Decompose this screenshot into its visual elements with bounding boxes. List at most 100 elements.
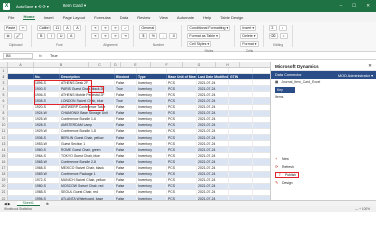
function-icon[interactable]: fx — [39, 54, 42, 58]
cell[interactable]: 2021-07-24 — [197, 92, 229, 98]
ribbon-tab-insert[interactable]: Insert — [44, 15, 54, 20]
column-header-cell[interactable]: Type — [137, 74, 167, 80]
cell[interactable] — [8, 183, 34, 189]
cell[interactable]: False — [115, 92, 137, 98]
cell[interactable]: PCS — [167, 135, 197, 141]
column-header[interactable]: F — [151, 62, 183, 67]
cell[interactable]: Inventory — [137, 110, 167, 116]
close-icon[interactable]: ✕ — [368, 63, 372, 69]
ribbon-tab-table-design[interactable]: Table Design — [220, 15, 243, 20]
cell[interactable] — [8, 110, 34, 116]
row-number[interactable]: 20 — [0, 183, 8, 189]
column-header-cell[interactable]: Description — [60, 74, 115, 80]
cell[interactable] — [8, 92, 34, 98]
cell[interactable] — [8, 189, 34, 195]
column-header-cell[interactable]: GTIN — [229, 74, 253, 80]
cell[interactable] — [8, 116, 34, 122]
cell[interactable]: PCS — [167, 165, 197, 171]
cell[interactable]: Conference Package 1 — [60, 171, 115, 177]
cell[interactable] — [229, 153, 253, 159]
cell[interactable]: BERLIN Guest Chair, yellow — [60, 135, 115, 141]
cell[interactable]: Conference Bundle 2-8 — [60, 159, 115, 165]
cell[interactable] — [229, 177, 253, 183]
cell[interactable]: 1896-S — [34, 80, 60, 86]
cell[interactable]: PCS — [167, 128, 197, 135]
cell[interactable]: 1936-S — [34, 135, 60, 141]
ribbon-tab-view[interactable]: View — [159, 15, 168, 20]
ribbon-button[interactable]: ⤶ — [121, 25, 130, 31]
maximize-button[interactable]: ☐ — [352, 3, 356, 9]
column-header-cell[interactable]: Last Date Modified — [197, 74, 229, 80]
cell[interactable] — [8, 159, 34, 165]
cell[interactable]: 1924-W — [34, 110, 60, 116]
ribbon-tab-data[interactable]: Data — [120, 15, 128, 20]
cell[interactable]: PARIS Guest Chair, black 2F — [60, 86, 115, 92]
cell[interactable] — [229, 86, 253, 92]
cell[interactable] — [229, 80, 253, 86]
ribbon-button[interactable]: .0 — [169, 33, 178, 39]
cell[interactable]: 2021-07-24 — [197, 122, 229, 128]
cell[interactable] — [229, 165, 253, 171]
column-header-cell[interactable]: Blocked — [115, 74, 137, 80]
cell[interactable]: True — [115, 98, 137, 104]
cell[interactable]: 1906-S — [34, 92, 60, 98]
cell[interactable]: Inventory — [137, 104, 167, 110]
cell[interactable]: AMSTERDAM Lamp — [60, 122, 115, 128]
cell[interactable]: ATHENS Mobile Pedestal 2F — [60, 92, 115, 98]
row-number[interactable]: 21 — [0, 189, 8, 195]
cell[interactable]: MEXICO Swivel Chair, black — [60, 165, 115, 171]
ribbon-button[interactable]: Insert ▾ — [240, 25, 257, 31]
cell[interactable]: 2021-07-24 — [197, 141, 229, 147]
cell[interactable]: PCS — [167, 147, 197, 153]
ribbon-button[interactable]: ⧉ — [4, 33, 12, 39]
cell[interactable]: False — [115, 147, 137, 153]
ribbon-button[interactable]: ≡ — [101, 25, 110, 31]
column-header[interactable]: E — [121, 62, 151, 67]
cell[interactable]: PCS — [167, 183, 197, 189]
cell[interactable] — [229, 92, 253, 98]
row-number[interactable]: 18 — [0, 171, 8, 177]
cell[interactable]: 1969-W — [34, 171, 60, 177]
cell[interactable] — [229, 116, 253, 122]
cell[interactable] — [229, 110, 253, 116]
cell[interactable]: Inventory — [137, 147, 167, 153]
add-sheet-icon[interactable]: ⊕ — [46, 202, 49, 206]
cell[interactable]: Inventory — [137, 183, 167, 189]
cell[interactable]: MOSCOW Swivel Chair, red — [60, 183, 115, 189]
ribbon-button[interactable]: % — [149, 33, 158, 39]
ribbon-button[interactable]: ⌫ — [268, 33, 278, 39]
cell[interactable]: 2021-07-24 — [197, 135, 229, 141]
ribbon-button[interactable]: A — [67, 33, 76, 39]
cell[interactable]: 2021-07-24 — [197, 159, 229, 165]
cell[interactable]: False — [115, 122, 137, 128]
column-header[interactable]: A — [8, 62, 34, 67]
ribbon-button[interactable]: 11 — [53, 25, 62, 31]
ribbon-tab-review[interactable]: Review — [137, 15, 150, 20]
ribbon-button[interactable]: ⌕ — [279, 33, 288, 39]
cell[interactable]: False — [115, 116, 137, 122]
cell[interactable]: 2021-07-24 — [197, 110, 229, 116]
column-header[interactable]: D — [111, 62, 121, 67]
cell[interactable]: PCS — [167, 116, 197, 122]
minimize-button[interactable]: – — [340, 3, 343, 9]
cell[interactable] — [8, 68, 34, 74]
cell[interactable]: False — [115, 141, 137, 147]
cell[interactable]: 1920-S — [34, 104, 60, 110]
cell[interactable]: PCS — [167, 110, 197, 116]
close-window-button[interactable]: ✕ — [366, 3, 370, 9]
cell[interactable]: False — [115, 177, 137, 183]
document-title[interactable]: Item Card ▾ — [63, 3, 86, 9]
cell[interactable]: False — [115, 110, 137, 116]
cell[interactable]: PCS — [167, 189, 197, 195]
cell[interactable] — [8, 135, 34, 141]
cell[interactable]: Inventory — [137, 153, 167, 159]
row-number[interactable]: 17 — [0, 165, 8, 171]
cell[interactable] — [8, 153, 34, 159]
cell[interactable]: 1988-S — [34, 189, 60, 195]
ribbon-button[interactable]: Paste — [4, 25, 18, 31]
cell[interactable]: False — [115, 153, 137, 159]
cell[interactable] — [8, 128, 34, 135]
cell[interactable]: 1972-S — [34, 177, 60, 183]
ribbon-button[interactable]: ≡ — [101, 33, 110, 39]
cell[interactable]: ANTWERP Conference Table — [60, 104, 115, 110]
